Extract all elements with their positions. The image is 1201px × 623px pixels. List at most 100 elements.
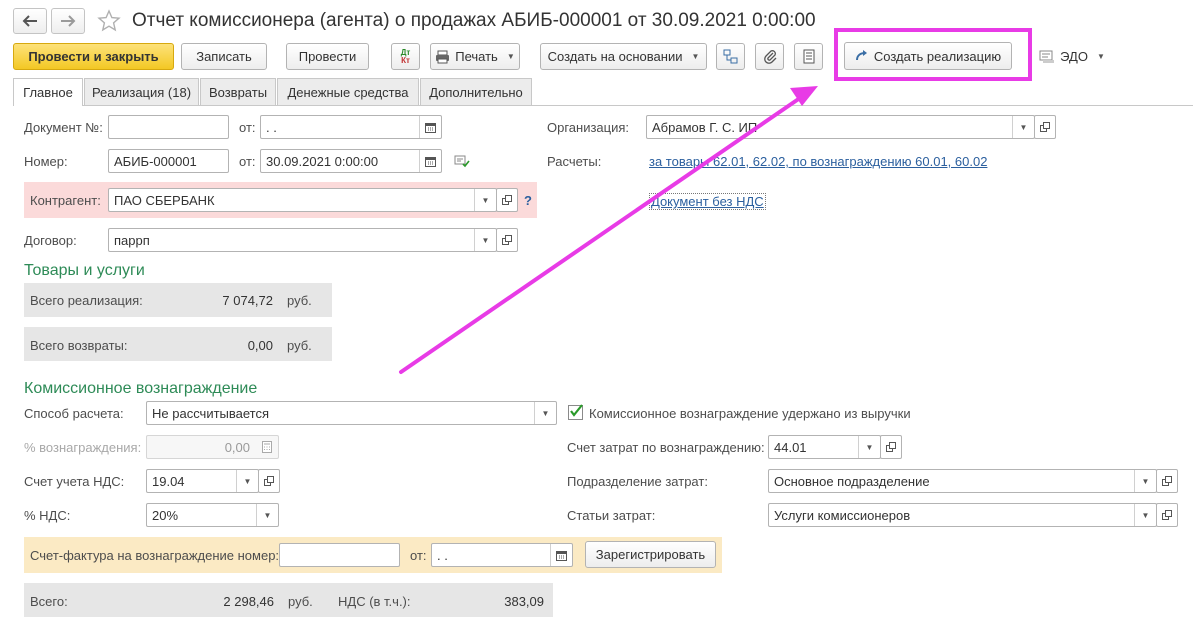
open-icon (264, 476, 274, 486)
percent-label: % вознаграждения: (24, 440, 142, 455)
post-button[interactable]: Провести (286, 43, 369, 70)
contract-input[interactable]: паррп ▼ (108, 228, 497, 252)
edo-button[interactable]: ЭДО ▼ (1034, 43, 1110, 70)
dept-open-button[interactable] (1156, 469, 1178, 493)
create-based-on-button[interactable]: Создать на основании ▼ (540, 43, 707, 70)
total-sales-label: Всего реализация: (30, 293, 143, 308)
tab-additional-label: Дополнительно (429, 84, 523, 100)
cost-items-input[interactable]: Услуги комиссионеров ▼ (768, 503, 1157, 527)
method-select[interactable]: Не рассчитывается ▼ (146, 401, 557, 425)
vat-account-open-button[interactable] (258, 469, 280, 493)
open-icon (1162, 510, 1172, 520)
print-button[interactable]: Печать ▼ (430, 43, 520, 70)
vat-account-value: 19.04 (152, 474, 185, 489)
vat-rate-label: % НДС: (24, 508, 71, 523)
cost-account-input[interactable]: 44.01 ▼ (768, 435, 881, 459)
number-label: Номер: (24, 154, 68, 169)
invoice-no-input[interactable] (279, 543, 400, 567)
commission-section-title: Комиссионное вознаграждение (24, 380, 258, 397)
tab-main-label: Главное (23, 85, 73, 100)
vat-account-label: Счет учета НДС: (24, 474, 125, 489)
org-input[interactable]: Абрамов Г. С. ИП ▼ (646, 115, 1035, 139)
doc-no-input[interactable] (108, 115, 229, 139)
invoice-date-input[interactable]: . . (431, 543, 573, 567)
contract-label: Договор: (24, 233, 77, 248)
calendar-icon (425, 156, 436, 167)
percent-value: 0,00 (224, 440, 250, 455)
contract-open-button[interactable] (496, 228, 518, 252)
create-based-on-label: Создать на основании (547, 49, 683, 64)
vat-rate-select[interactable]: 20% ▼ (146, 503, 279, 527)
save-button[interactable]: Записать (181, 43, 267, 70)
forward-button[interactable] (51, 8, 85, 34)
tab-returns[interactable]: Возвраты (200, 78, 276, 105)
counterparty-dropdown-icon[interactable]: ▼ (474, 189, 496, 211)
doc-date-label: от: (239, 120, 256, 135)
cost-items-open-button[interactable] (1156, 503, 1178, 527)
counterparty-help-mark[interactable]: ? (524, 193, 532, 208)
back-button[interactable] (13, 8, 47, 34)
favorite-star-button[interactable] (97, 9, 123, 33)
tab-main[interactable]: Главное (13, 78, 83, 106)
star-icon (97, 9, 121, 32)
number-input[interactable]: АБИБ-000001 (108, 149, 229, 173)
calculator-icon (262, 441, 272, 453)
tab-sales[interactable]: Реализация (18) (84, 78, 199, 105)
dtkt-button[interactable]: Дт Кт (391, 43, 420, 70)
dept-dropdown-icon[interactable]: ▼ (1134, 470, 1156, 492)
invoice-date-calendar-button[interactable] (550, 544, 572, 566)
tab-money[interactable]: Денежные средства (277, 78, 419, 105)
tabs-bottom-line (13, 105, 1193, 106)
print-dropdown-icon: ▼ (506, 52, 515, 61)
org-label: Организация: (547, 120, 630, 135)
attachments-button[interactable] (755, 43, 784, 70)
document-button[interactable] (794, 43, 823, 70)
cost-items-dropdown-icon[interactable]: ▼ (1134, 504, 1156, 526)
vat-account-input[interactable]: 19.04 ▼ (146, 469, 259, 493)
method-dropdown-icon[interactable]: ▼ (534, 402, 556, 424)
structure-icon (723, 49, 738, 64)
vat-account-dropdown-icon[interactable]: ▼ (236, 470, 258, 492)
total-sales-currency: руб. (287, 293, 312, 308)
vat-incl-label: НДС (в т.ч.): (338, 594, 411, 609)
vat-rate-dropdown-icon[interactable]: ▼ (256, 504, 278, 526)
dept-input[interactable]: Основное подразделение ▼ (768, 469, 1157, 493)
post-and-close-button[interactable]: Провести и закрыть (13, 43, 174, 70)
percent-input[interactable]: 0,00 (146, 435, 279, 459)
invoice-label: Счет-фактура на вознаграждение номер: (30, 548, 280, 563)
calculator-button[interactable] (256, 436, 278, 458)
back-arrow-icon (22, 15, 37, 27)
withheld-checkbox[interactable] (568, 404, 583, 420)
org-dropdown-icon[interactable]: ▼ (1012, 116, 1034, 138)
contract-dropdown-icon[interactable]: ▼ (474, 229, 496, 251)
total-returns-value: 0,00 (247, 338, 273, 353)
register-button[interactable]: Зарегистрировать (585, 541, 716, 568)
window-title: Отчет комиссионера (агента) о продажах А… (132, 10, 816, 31)
total-sales-value: 7 074,72 (222, 293, 273, 308)
create-sale-button[interactable]: Создать реализацию (844, 42, 1012, 70)
counterparty-open-button[interactable] (496, 188, 518, 212)
open-icon (502, 195, 512, 205)
tab-sales-label: Реализация (18) (91, 84, 192, 100)
invoice-from-label: от: (410, 548, 427, 563)
doc-date-input[interactable]: . . (260, 115, 442, 139)
doc-no-label: Документ №: (24, 120, 103, 135)
doc-date-calendar-button[interactable] (419, 116, 441, 138)
cost-account-dropdown-icon[interactable]: ▼ (858, 436, 880, 458)
vat-document-link[interactable]: Документ без НДС (649, 193, 766, 210)
number-date-calendar-button[interactable] (419, 150, 441, 172)
tab-additional[interactable]: Дополнительно (420, 78, 532, 105)
counterparty-input[interactable]: ПАО СБЕРБАНК ▼ (108, 188, 497, 212)
number-date-value: 30.09.2021 0:00:00 (266, 154, 379, 169)
number-date-label: от: (239, 154, 256, 169)
dept-label: Подразделение затрат: (567, 474, 708, 489)
number-edit-icon[interactable] (454, 154, 470, 171)
cost-account-open-button[interactable] (880, 435, 902, 459)
method-label: Способ расчета: (24, 406, 124, 421)
edo-icon (1039, 50, 1055, 63)
create-based-on-dropdown-icon: ▼ (691, 52, 700, 61)
number-date-input[interactable]: 30.09.2021 0:00:00 (260, 149, 442, 173)
settlements-link[interactable]: за товары 62.01, 62.02, по вознаграждени… (649, 154, 987, 169)
structure-button[interactable] (716, 43, 745, 70)
org-open-button[interactable] (1034, 115, 1056, 139)
